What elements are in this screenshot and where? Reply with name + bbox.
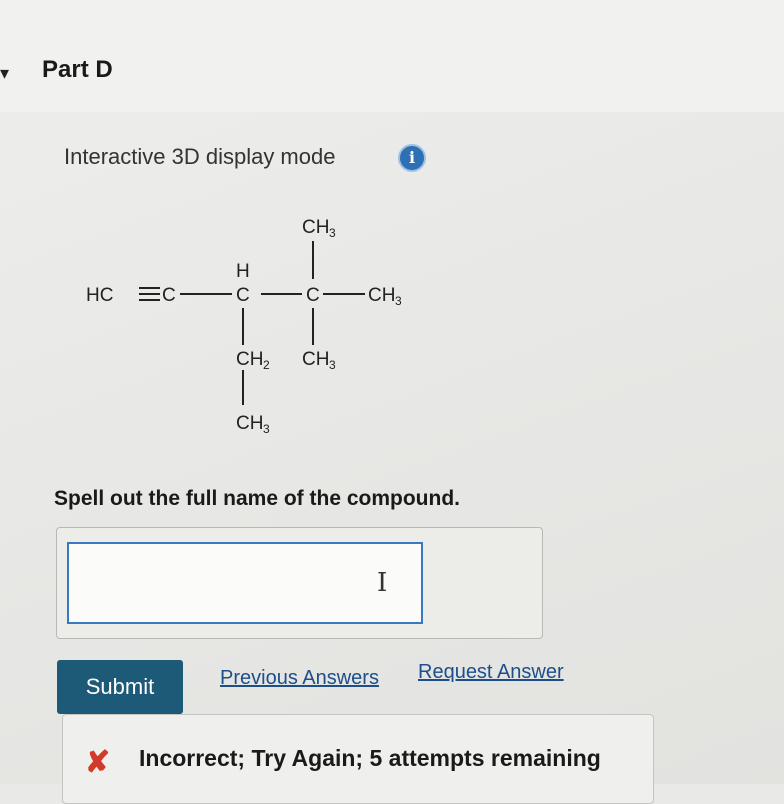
answer-container: I xyxy=(56,527,543,639)
ch3-top-subscript: 3 xyxy=(329,226,336,240)
chiral-carbon-label: C xyxy=(236,285,250,306)
feedback-message: Incorrect; Try Again; 5 attempts remaini… xyxy=(139,745,601,771)
submit-button[interactable]: Submit xyxy=(57,660,183,714)
question-prompt: Spell out the full name of the compound. xyxy=(54,487,460,510)
ch3-right-subscript: 3 xyxy=(395,294,402,308)
answer-input[interactable] xyxy=(67,542,423,624)
ch3-bottom-right-subscript: 3 xyxy=(329,358,336,372)
info-icon[interactable]: i xyxy=(398,144,426,172)
hydrogen-label: H xyxy=(236,261,250,282)
part-header xyxy=(0,0,784,112)
ch3-top-label: CH xyxy=(302,217,329,238)
feedback-panel: ✘ Incorrect; Try Again; 5 attempts remai… xyxy=(62,714,654,804)
bond-lines xyxy=(139,241,365,405)
screen: ▾ Part D Interactive 3D display mode i H… xyxy=(0,0,784,804)
ch3-terminal-label: CH xyxy=(236,413,263,434)
hc-label: HC xyxy=(86,285,113,306)
ch2-label: CH xyxy=(236,349,263,370)
structural-formula: HC C H C C CH 3 CH 3 CH 2 CH 3 CH 3 xyxy=(86,217,402,436)
quaternary-carbon-label: C xyxy=(306,285,320,306)
ch3-right-label: CH xyxy=(368,285,395,306)
previous-answers-link[interactable]: Previous Answers xyxy=(220,667,379,690)
collapse-arrow-icon[interactable]: ▾ xyxy=(0,63,9,84)
part-title[interactable]: Part D xyxy=(42,56,113,84)
display-mode-label: Interactive 3D display mode xyxy=(64,144,336,169)
ch3-bottom-right-label: CH xyxy=(302,349,329,370)
request-answer-link[interactable]: Request Answer xyxy=(418,661,564,684)
incorrect-x-icon: ✘ xyxy=(85,746,111,779)
ch3-terminal-subscript: 3 xyxy=(263,422,270,436)
ch2-subscript: 2 xyxy=(263,358,270,372)
alkyne-carbon-label: C xyxy=(162,285,176,306)
